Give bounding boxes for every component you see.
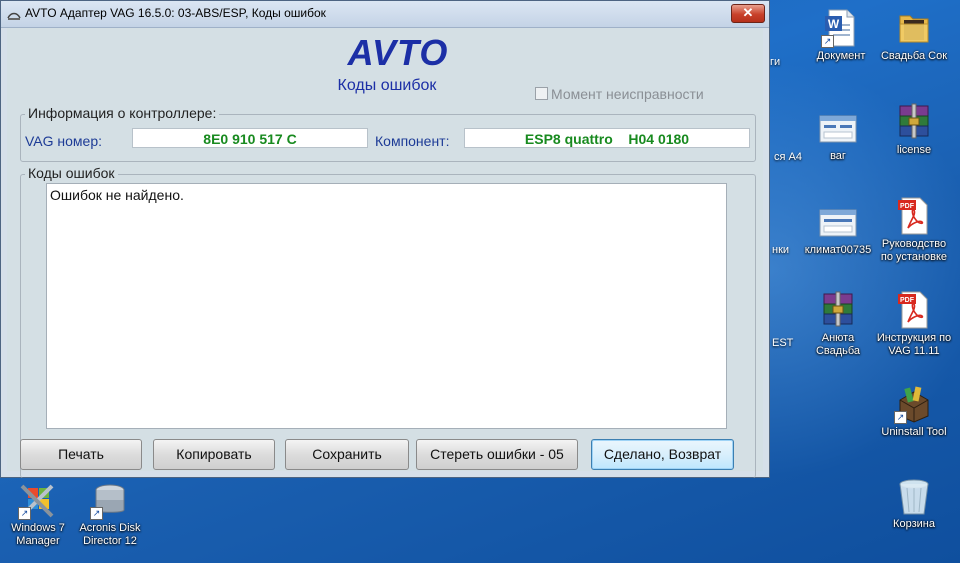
desktop-icon-recycle-bin[interactable]: Корзина xyxy=(876,476,952,531)
controller-info-group-label: Информация о контроллере: xyxy=(25,105,220,121)
app-window: AVTO Адаптер VAG 16.5.0: 03-ABS/ESP, Код… xyxy=(0,0,770,478)
recycle-bin-icon xyxy=(894,476,934,516)
moment-label: Момент неисправности xyxy=(551,86,704,102)
controller-info-group: Информация о контроллере: VAG номер: 8E0… xyxy=(20,105,756,162)
window-title: AVTO Адаптер VAG 16.5.0: 03-ABS/ESP, Код… xyxy=(25,6,326,20)
svg-text:W: W xyxy=(828,17,840,31)
vag-number-value: 8E0 910 517 C xyxy=(132,128,368,148)
shortcut-arrow-icon: ↗ xyxy=(18,507,31,520)
shortcut-arrow-icon: ↗ xyxy=(90,507,103,520)
vag-number-label: VAG номер: xyxy=(25,133,103,149)
desktop-icon-manual[interactable]: PDF Руководство по установке xyxy=(876,196,952,264)
desktop-partial-label: нки xyxy=(772,244,790,256)
desktop-icon-label: Корзина xyxy=(893,518,935,530)
desktop-icon-label: Windows 7 Manager xyxy=(11,522,65,547)
desktop-icon-label: Acronis Disk Director 12 xyxy=(79,522,141,547)
page-subtitle: Коды ошибок xyxy=(337,77,437,94)
app-icon xyxy=(7,8,21,20)
component-value: ESP8 quattro H04 0180 xyxy=(464,128,750,148)
desktop-partial-label: EST xyxy=(772,337,794,349)
desktop-icon-label: климат00735 xyxy=(804,244,872,256)
desktop-icon-folder[interactable]: Свадьба Сок xyxy=(876,8,952,63)
clear-errors-button[interactable]: Стереть ошибки - 05 xyxy=(416,439,578,470)
done-return-button[interactable]: Сделано, Возврат xyxy=(591,439,734,470)
moment-checkbox[interactable]: Момент неисправности xyxy=(535,86,704,102)
desktop-icon-label: Свадьба Сок xyxy=(880,50,948,62)
desktop-icon-label: Документ xyxy=(816,50,866,62)
desktop-icon-instruction[interactable]: PDF Инструкция по VAG 11.11 xyxy=(876,290,952,358)
desktop-partial-label: ги xyxy=(770,56,781,68)
window-client-area: AVTO Коды ошибок Момент неисправности Ин… xyxy=(7,28,763,478)
desktop-icon-label: Инструкция по VAG 11.11 xyxy=(876,332,952,357)
desktop-icon-klimat[interactable]: климат00735 xyxy=(800,202,876,257)
window-titlebar[interactable]: AVTO Адаптер VAG 16.5.0: 03-ABS/ESP, Код… xyxy=(1,1,769,28)
desktop-icon-uninstall-tool[interactable]: ↗ Uninstall Tool xyxy=(876,384,952,439)
winrar-archive-icon xyxy=(818,290,858,330)
desktop-partial-label: ся А4 xyxy=(774,151,802,163)
desktop-icon-label: license xyxy=(896,144,932,156)
fault-codes-text: Ошибок не найдено. xyxy=(50,187,184,203)
desktop-icon-license[interactable]: license xyxy=(876,102,952,157)
fault-codes-group-label: Коды ошибок xyxy=(25,165,118,181)
copy-button[interactable]: Копировать xyxy=(153,439,275,470)
desktop-icon-label: Uninstall Tool xyxy=(881,426,947,438)
pdf-icon: PDF xyxy=(894,196,934,236)
shortcut-arrow-icon: ↗ xyxy=(821,35,834,48)
svg-text:PDF: PDF xyxy=(900,203,915,210)
close-button[interactable]: ✕ xyxy=(731,4,765,23)
desktop-icon-anyuta[interactable]: Анюта Свадьба xyxy=(800,290,876,358)
winrar-archive-icon xyxy=(894,102,934,142)
window-screenshot-icon xyxy=(818,202,858,242)
desktop-icon-vag[interactable]: ваг xyxy=(800,108,876,163)
desktop-icon-label: Анюта Свадьба xyxy=(815,332,861,357)
word-document-icon: W ↗ xyxy=(821,8,861,48)
component-label: Компонент: xyxy=(375,133,450,149)
checkbox-box[interactable] xyxy=(535,87,548,100)
desktop-icon-acronis[interactable]: ↗ Acronis Disk Director 12 xyxy=(72,480,148,548)
save-button[interactable]: Сохранить xyxy=(285,439,409,470)
fault-codes-textarea[interactable]: Ошибок не найдено. xyxy=(46,183,727,429)
shortcut-arrow-icon: ↗ xyxy=(894,411,907,424)
windows7-manager-icon: ↗ xyxy=(18,480,58,520)
brand-logo: AVTO xyxy=(347,32,449,73)
window-screenshot-icon xyxy=(818,108,858,148)
desktop-icon-windows7-manager[interactable]: ↗ Windows 7 Manager xyxy=(0,480,76,548)
folder-icon xyxy=(894,8,934,48)
acronis-disk-icon: ↗ xyxy=(90,480,130,520)
desktop-icon-label: Руководство по установке xyxy=(880,238,948,263)
desktop-icon-document[interactable]: W ↗ Документ xyxy=(803,8,879,63)
pdf-icon: PDF xyxy=(894,290,934,330)
uninstall-tool-icon: ↗ xyxy=(894,384,934,424)
svg-text:PDF: PDF xyxy=(900,297,915,304)
desktop-icon-label: ваг xyxy=(830,150,846,162)
print-button[interactable]: Печать xyxy=(20,439,142,470)
